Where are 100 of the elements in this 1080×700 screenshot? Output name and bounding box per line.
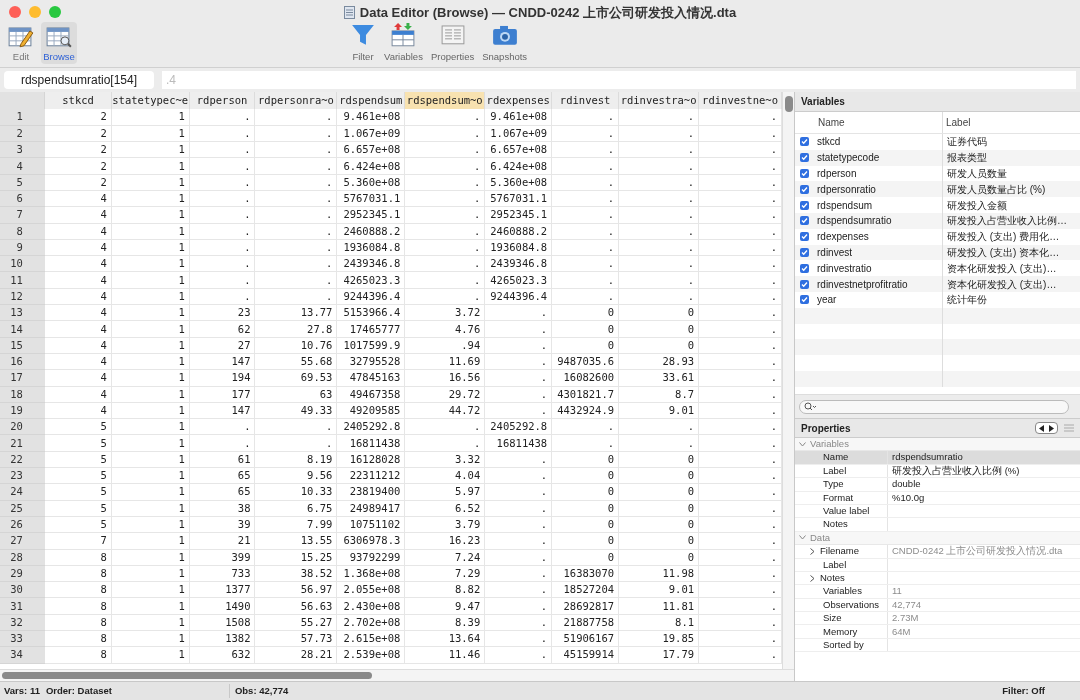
table-cell: . xyxy=(618,288,699,305)
table-cell: 0 xyxy=(551,451,619,468)
table-cell: . xyxy=(404,125,485,142)
table-cell: . xyxy=(189,239,255,256)
table-cell: . xyxy=(551,239,619,256)
table-cell: 10.76 xyxy=(254,337,337,354)
table-cell: .94 xyxy=(404,337,485,354)
property-row[interactable]: Format %10.0g xyxy=(795,491,1080,505)
table-cell: . xyxy=(404,271,485,289)
variable-row[interactable]: rdinvestnetprofitratio 资本化研发投入 (支出)… xyxy=(795,276,1080,292)
table-arrows-icon xyxy=(390,22,417,48)
table-cell: 1 xyxy=(111,451,190,468)
toolbar-button[interactable]: Variables xyxy=(382,22,425,64)
table-cell: 15.25 xyxy=(254,549,337,566)
property-row[interactable]: Variables 11 xyxy=(795,585,1080,599)
table-cell: 1.067e+09 xyxy=(336,125,405,142)
table-cell: 22311212 xyxy=(336,467,405,484)
table-cell: 93792299 xyxy=(336,549,405,566)
property-row[interactable]: Observations 42,774 xyxy=(795,598,1080,613)
property-row[interactable]: Memory 64M xyxy=(795,625,1080,639)
table-cell: . xyxy=(551,157,619,175)
variable-row[interactable]: rdpersonratio 研发人员数量占比 (%) xyxy=(795,181,1080,198)
navigation-arrows[interactable] xyxy=(1035,422,1058,434)
section-header[interactable]: Variables xyxy=(795,438,1080,452)
checkbox[interactable] xyxy=(800,169,809,178)
chevron-icon[interactable] xyxy=(810,547,815,555)
column-header[interactable]: rdspendsum~o xyxy=(404,92,485,109)
column-header[interactable]: rdperson xyxy=(189,92,255,109)
table-cell: . xyxy=(484,467,552,484)
toolbar-button[interactable]: Filter xyxy=(348,22,378,64)
property-row[interactable]: Value label xyxy=(795,504,1080,519)
mode-button[interactable]: Browse xyxy=(41,22,77,64)
cell-name-field[interactable]: rdspendsumratio[154] xyxy=(4,71,154,89)
table-cell: 69.53 xyxy=(254,369,337,387)
table-cell: 9.01 xyxy=(618,581,699,598)
checkbox[interactable] xyxy=(800,200,809,210)
column-header[interactable]: rdspendsum xyxy=(336,92,405,109)
property-row[interactable]: Sorted by xyxy=(795,638,1080,653)
next-icon xyxy=(1048,424,1054,432)
column-header[interactable]: rdinvestra~o xyxy=(618,92,699,109)
grid-magnifier-icon xyxy=(46,24,72,50)
column-header[interactable]: Name xyxy=(818,115,845,130)
property-row[interactable]: Label xyxy=(795,558,1080,572)
table-cell: 2 xyxy=(44,109,112,126)
table-cell: 11.46 xyxy=(404,646,485,664)
checkbox[interactable] xyxy=(800,247,809,257)
table-cell: . xyxy=(189,174,255,191)
table-cell: 63 xyxy=(254,386,337,403)
table-cell: 0 xyxy=(551,500,619,517)
column-header[interactable]: rdinvest xyxy=(551,92,619,109)
close-button[interactable] xyxy=(9,6,21,18)
checkbox[interactable] xyxy=(800,216,809,226)
table-cell: . xyxy=(698,174,782,191)
property-row[interactable]: Notes xyxy=(795,571,1080,586)
status-text: Obs: 42,774 xyxy=(233,683,290,698)
mode-button[interactable]: Edit xyxy=(3,22,39,64)
horizontal-scrollbar-thumb[interactable] xyxy=(2,672,372,679)
checkbox[interactable] xyxy=(800,279,809,289)
column-header[interactable]: rdinvestne~o xyxy=(698,92,782,109)
checkbox[interactable] xyxy=(800,232,809,242)
column-header[interactable]: stkcd xyxy=(44,92,112,109)
toolbar-button[interactable]: Snapshots xyxy=(480,22,530,64)
table-cell: . xyxy=(189,288,255,305)
column-header[interactable]: rdpersonra~o xyxy=(254,92,337,109)
vertical-scrollbar-thumb[interactable] xyxy=(785,96,793,112)
table-cell: 0 xyxy=(618,500,699,517)
column-header[interactable]: rdexpenses xyxy=(484,92,552,109)
table-cell: 1 xyxy=(111,353,190,370)
chevron-icon[interactable] xyxy=(810,574,815,582)
toolbar-button[interactable]: Properties xyxy=(428,22,477,64)
property-row[interactable]: Label 研发投入占营业收入比例 (%) xyxy=(795,464,1080,479)
column-header[interactable]: statetypec~e xyxy=(111,92,190,109)
property-row[interactable]: Size 2.73M xyxy=(795,612,1080,626)
table-cell: 1 xyxy=(111,157,190,175)
column-header[interactable]: Label xyxy=(946,115,971,130)
status-text: Filter: Off xyxy=(1002,683,1046,698)
checkbox[interactable] xyxy=(800,137,809,147)
table-cell: . xyxy=(404,109,485,126)
table-cell: . xyxy=(698,239,782,256)
property-row[interactable]: Filename CNDD-0242 上市公司研发投入情况.dta xyxy=(795,545,1080,559)
table-cell: 4 xyxy=(44,190,112,207)
search-field[interactable] xyxy=(799,399,1069,414)
property-row[interactable]: Notes xyxy=(795,518,1080,532)
property-row[interactable]: Name rdspendsumratio xyxy=(795,451,1080,465)
table-cell: . xyxy=(254,223,337,240)
table-cell: 1 xyxy=(111,483,190,501)
table-cell: 5153966.4 xyxy=(336,304,405,321)
checkbox[interactable] xyxy=(800,184,809,194)
property-row[interactable]: Type double xyxy=(795,478,1080,492)
table-cell: . xyxy=(404,157,485,175)
table-cell: 1 xyxy=(111,500,190,517)
table-cell: . xyxy=(484,451,552,468)
table-cell: . xyxy=(698,157,782,175)
table-cell: 4 xyxy=(44,288,112,305)
table-cell: 0 xyxy=(618,337,699,354)
checkbox[interactable] xyxy=(800,153,809,163)
table-cell: . xyxy=(618,239,699,256)
checkbox[interactable] xyxy=(800,295,809,305)
checkbox[interactable] xyxy=(800,263,809,273)
table-cell: 16383070 xyxy=(551,565,619,582)
